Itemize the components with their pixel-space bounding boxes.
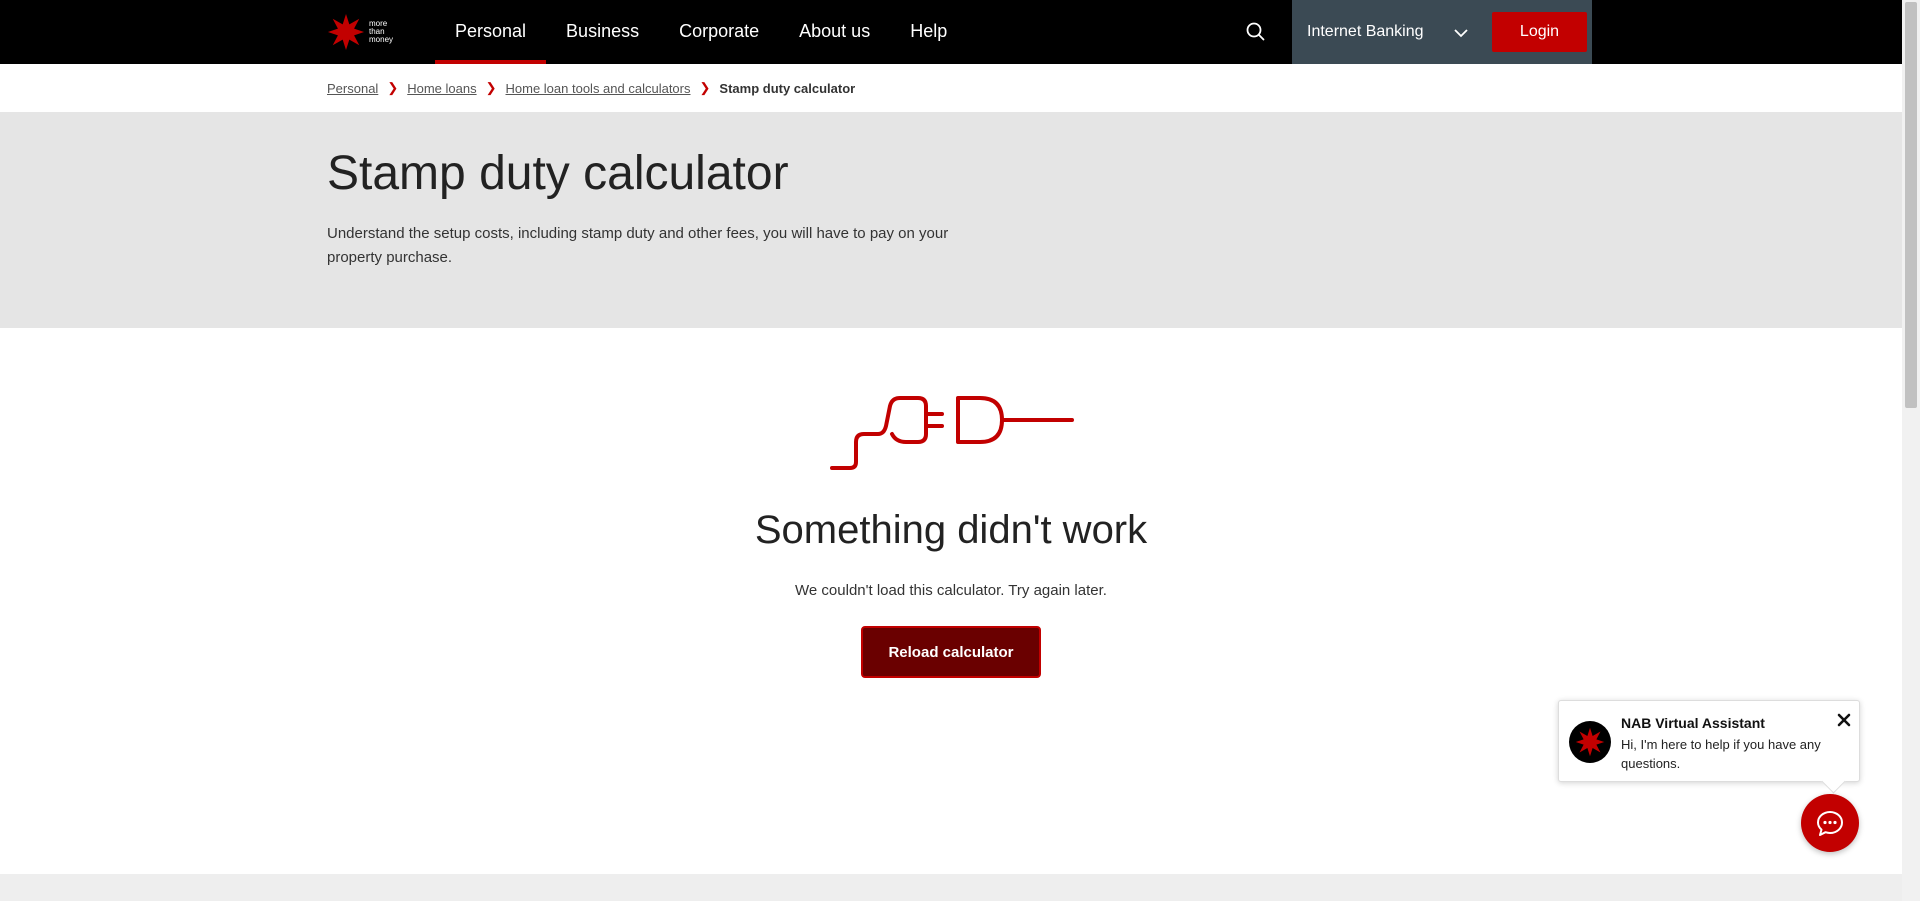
page-title: Stamp duty calculator (327, 147, 789, 200)
footer-strip (0, 874, 1902, 901)
open-chat-button[interactable] (1801, 794, 1859, 852)
nab-star-icon (1575, 727, 1605, 757)
nab-logo[interactable]: more than money (327, 12, 407, 52)
nab-star-icon (327, 13, 365, 51)
internet-banking-label: Internet Banking (1307, 23, 1424, 40)
chevron-right-icon: ❯ (699, 80, 711, 95)
search-button[interactable] (1240, 16, 1272, 48)
top-navigation-bar: more than money Personal Business Corpor… (0, 0, 1902, 64)
breadcrumb-current: Stamp duty calculator (719, 80, 856, 96)
search-icon (1246, 22, 1265, 41)
hero-banner: Stamp duty calculator Understand the set… (0, 112, 1902, 328)
scrollbar-thumb[interactable] (1905, 2, 1917, 408)
login-button[interactable]: Login (1492, 12, 1587, 52)
assistant-message: Hi, I'm here to help if you have any que… (1621, 737, 1821, 771)
assistant-title: NAB Virtual Assistant (1621, 715, 1765, 731)
logo-tagline: more than money (369, 20, 393, 44)
nav-item-about-us[interactable]: About us (779, 0, 890, 64)
main-nav: Personal Business Corporate About us Hel… (435, 0, 967, 64)
chevron-right-icon: ❯ (387, 80, 399, 95)
unplugged-cable-icon (830, 396, 1074, 470)
chevron-down-icon[interactable] (1452, 24, 1470, 42)
breadcrumb-link-personal[interactable]: Personal (327, 81, 378, 96)
breadcrumb-link-home-loans[interactable]: Home loans (407, 81, 476, 96)
chevron-right-icon: ❯ (485, 80, 497, 95)
page-description: Understand the setup costs, including st… (327, 225, 949, 266)
nav-item-help[interactable]: Help (890, 0, 967, 64)
assistant-avatar (1569, 721, 1611, 763)
error-message: We couldn't load this calculator. Try ag… (795, 582, 1107, 599)
nav-item-business[interactable]: Business (546, 0, 659, 64)
logo-tagline-line: money (369, 35, 394, 44)
nav-item-corporate[interactable]: Corporate (659, 0, 779, 64)
nav-item-personal[interactable]: Personal (435, 0, 547, 64)
reload-calculator-button[interactable]: Reload calculator (861, 626, 1041, 678)
breadcrumb: Personal ❯ Home loans ❯ Home loan tools … (327, 66, 855, 110)
close-icon[interactable] (1835, 711, 1853, 729)
error-title: Something didn't work (754, 508, 1148, 552)
virtual-assistant-popup: NAB Virtual Assistant Hi, I'm here to he… (1558, 700, 1860, 782)
breadcrumb-link-home-loan-tools[interactable]: Home loan tools and calculators (506, 81, 691, 96)
chat-bubble-icon (1817, 811, 1843, 836)
